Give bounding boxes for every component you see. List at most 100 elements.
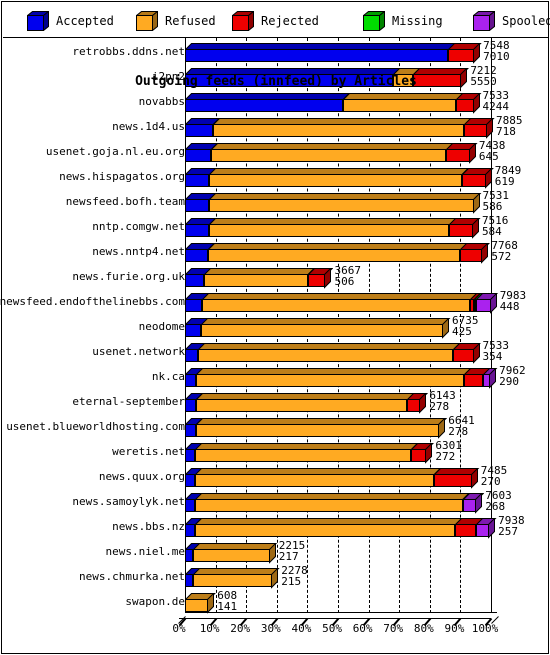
- bar-secondary-value: 215: [281, 574, 302, 588]
- bar-segment-refused: [201, 324, 443, 337]
- bar-segment-accepted: [185, 224, 209, 237]
- y-axis-label: news.hispagatos.org: [59, 169, 185, 183]
- chart-row: news.furie.org.uk 3667 506: [4, 263, 548, 289]
- legend-item-missing: Missing: [362, 10, 443, 32]
- bar-segment-refused: [195, 424, 440, 437]
- chart-row: usenet.blueworldhosting.com 6641 278: [4, 413, 548, 439]
- bar-segment-rejected: [454, 524, 477, 537]
- chart-row: newsfeed.bofh.team 7531 586: [4, 188, 548, 214]
- bar-segment-side: [425, 443, 433, 464]
- plot-area: retrobbs.ddns.net 7548 7010 i2pn2 7212 5550 no…: [0, 38, 548, 655]
- chart-screenshot: Accepted Refused Rejected Missing Spooled re…: [0, 0, 550, 655]
- bar-secondary-value: 354: [482, 349, 503, 363]
- bar-segment-rejected: [411, 449, 427, 462]
- bar-value-labels: 7531 586: [483, 190, 510, 212]
- bar-segment-refused: [208, 224, 450, 237]
- bar-secondary-value: 572: [491, 249, 512, 263]
- bar-secondary-value: 584: [481, 224, 502, 238]
- cube-icon: [472, 10, 496, 32]
- bar-segment-accepted: [185, 299, 203, 312]
- bar-segment-rejected: [446, 149, 470, 162]
- bar-value-labels: 2278 215: [281, 565, 308, 588]
- bar-segment-accepted: [185, 99, 343, 112]
- bar-segment-rejected: [453, 349, 474, 362]
- x-axis-tick-label: 100%: [471, 622, 499, 635]
- bar-value-labels: 6143 278: [429, 390, 456, 413]
- y-axis-label: news.samoylyk.net: [72, 494, 185, 508]
- bar-segment-accepted: [185, 574, 194, 587]
- bar-segment-accepted: [185, 449, 196, 462]
- y-axis-label: news.chmurka.net: [79, 569, 185, 583]
- bar-segment-accepted: [185, 324, 202, 337]
- x-axis-tick-label: 80%: [413, 622, 434, 635]
- bar-segment-accepted: [185, 149, 211, 162]
- bar-secondary-value: 645: [478, 149, 499, 163]
- bar-segment-rejected: [460, 249, 483, 262]
- cube-icon: [26, 10, 50, 32]
- bar-segment-side: [419, 393, 427, 414]
- y-axis-label: usenet.network: [92, 344, 185, 358]
- y-axis-label: nk.ca: [151, 369, 185, 383]
- bar-secondary-value: 619: [494, 174, 515, 188]
- bar-segment-side: [486, 118, 494, 139]
- bar-value-labels: 7438 645: [478, 140, 506, 163]
- chart-row: eternal-september 6143 278: [4, 388, 548, 414]
- bar-value-labels: 2215 217: [279, 540, 306, 562]
- bar-segment-refused: [195, 399, 407, 412]
- x-axis-tick-label: 90%: [444, 622, 465, 635]
- x-axis-tick-label: 0%: [172, 622, 186, 635]
- bar-segment-accepted: [185, 524, 195, 537]
- bar-segment-accepted: [185, 374, 197, 387]
- bar-secondary-value: 268: [485, 499, 506, 513]
- bar-segment-side: [481, 243, 489, 264]
- bar-value-labels: 3667 506: [334, 265, 361, 287]
- y-axis-label: news.niel.me: [105, 544, 185, 558]
- bar-segment-side: [489, 368, 497, 389]
- bar-segment-rejected: [434, 474, 472, 487]
- bar-segment-rejected: [448, 49, 475, 62]
- legend-item-refused: Refused: [135, 10, 216, 32]
- chart-row: neodome 6735 425: [4, 313, 548, 339]
- chart-row: weretis.net 6301 272: [4, 438, 548, 464]
- bar-segment-refused: [195, 449, 412, 462]
- bar-secondary-value: 278: [429, 399, 450, 413]
- y-axis-label: usenet.goja.nl.eu.org: [45, 144, 185, 158]
- bar-segment-accepted: [185, 474, 196, 487]
- bar-segment-refused: [212, 124, 465, 137]
- bar-secondary-value: 290: [499, 374, 519, 388]
- bar-segment-side: [488, 518, 496, 539]
- bar-segment-refused: [195, 499, 463, 512]
- legend-label: Rejected: [261, 14, 319, 28]
- chart-row: news.quux.org 7485 270: [4, 463, 548, 489]
- bar-segment-side: [471, 218, 480, 239]
- bar-value-labels: 7768 572: [491, 240, 518, 263]
- bar-segment-side: [438, 418, 446, 439]
- bar-segment-refused: [193, 549, 270, 562]
- bar-segment-accepted: [185, 274, 205, 287]
- bar-segment-refused: [195, 474, 435, 487]
- chart-row: news.hispagatos.org 7849 619: [4, 163, 548, 189]
- bar-segment-rejected: [449, 224, 473, 237]
- bar-segment-side: [472, 343, 481, 364]
- y-axis-label: nntp.comgw.net: [92, 219, 185, 233]
- chart-row: retrobbs.ddns.net 7548 7010: [4, 38, 548, 64]
- x-axis-tick-label: 20%: [230, 622, 251, 635]
- chart-row: novabbs 7533 4244: [4, 88, 548, 114]
- bar-segment-side: [484, 168, 493, 189]
- bar-value-labels: 7938 257: [498, 515, 525, 537]
- bar-segment-side: [441, 318, 450, 339]
- bar-segment-accepted: [185, 174, 210, 187]
- bar-segment-refused: [207, 249, 461, 262]
- bar-segment-accepted: [185, 349, 199, 362]
- bar-secondary-value: 718: [496, 124, 516, 138]
- y-axis-label: newsfeed.bofh.team: [65, 194, 185, 208]
- bar-value-labels: 7533 354: [482, 340, 510, 363]
- legend-item-spooled: Spooled: [472, 10, 550, 32]
- chart-row: nk.ca 7962 290: [4, 363, 548, 389]
- bar-secondary-value: 7010: [483, 49, 510, 63]
- chart-row: newsfeed.endofthelinebbs.com 7983 448: [0, 288, 548, 314]
- bar-segment-rejected: [406, 399, 421, 412]
- bar-segment-refused: [193, 574, 273, 587]
- bar-segment-side: [473, 43, 481, 64]
- bar-segment-accepted: [185, 199, 209, 212]
